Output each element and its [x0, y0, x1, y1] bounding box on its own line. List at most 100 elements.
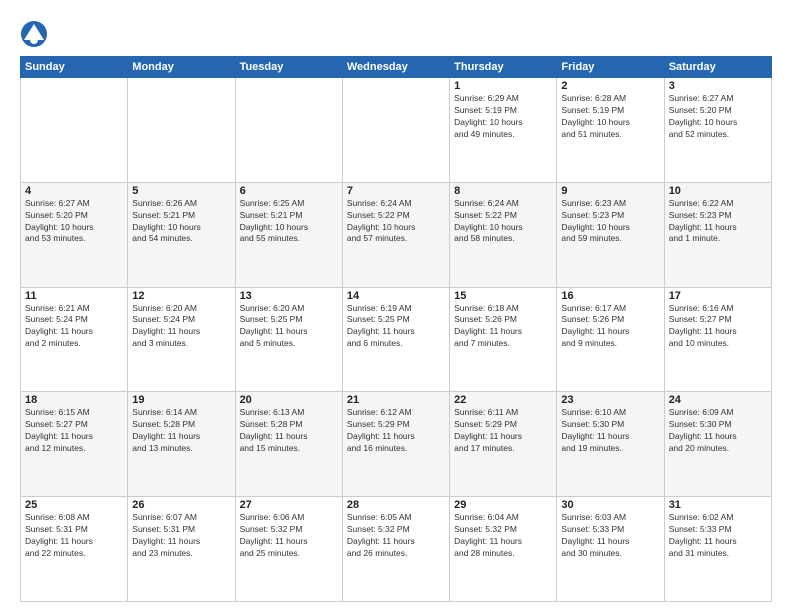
day-number: 10: [669, 185, 767, 197]
calendar-cell: 18Sunrise: 6:15 AMSunset: 5:27 PMDayligh…: [21, 392, 128, 497]
day-number: 2: [561, 80, 659, 92]
calendar-week-5: 25Sunrise: 6:08 AMSunset: 5:31 PMDayligh…: [21, 497, 772, 602]
day-info: Sunrise: 6:08 AMSunset: 5:31 PMDaylight:…: [25, 512, 123, 560]
calendar-cell: 19Sunrise: 6:14 AMSunset: 5:28 PMDayligh…: [128, 392, 235, 497]
day-info: Sunrise: 6:18 AMSunset: 5:26 PMDaylight:…: [454, 303, 552, 351]
calendar-week-1: 1Sunrise: 6:29 AMSunset: 5:19 PMDaylight…: [21, 78, 772, 183]
calendar-cell: 26Sunrise: 6:07 AMSunset: 5:31 PMDayligh…: [128, 497, 235, 602]
calendar-cell: 12Sunrise: 6:20 AMSunset: 5:24 PMDayligh…: [128, 287, 235, 392]
calendar-week-4: 18Sunrise: 6:15 AMSunset: 5:27 PMDayligh…: [21, 392, 772, 497]
calendar-cell: 25Sunrise: 6:08 AMSunset: 5:31 PMDayligh…: [21, 497, 128, 602]
calendar-table: SundayMondayTuesdayWednesdayThursdayFrid…: [20, 56, 772, 602]
day-number: 15: [454, 290, 552, 302]
calendar-cell: 14Sunrise: 6:19 AMSunset: 5:25 PMDayligh…: [342, 287, 449, 392]
day-info: Sunrise: 6:06 AMSunset: 5:32 PMDaylight:…: [240, 512, 338, 560]
day-number: 12: [132, 290, 230, 302]
logo-icon: [20, 20, 48, 48]
day-number: 8: [454, 185, 552, 197]
day-number: 18: [25, 394, 123, 406]
day-number: 21: [347, 394, 445, 406]
weekday-header-friday: Friday: [557, 57, 664, 78]
calendar-cell: [128, 78, 235, 183]
weekday-header-thursday: Thursday: [450, 57, 557, 78]
weekday-header-wednesday: Wednesday: [342, 57, 449, 78]
calendar-cell: 3Sunrise: 6:27 AMSunset: 5:20 PMDaylight…: [664, 78, 771, 183]
day-number: 9: [561, 185, 659, 197]
header: [20, 16, 772, 48]
calendar-cell: [235, 78, 342, 183]
day-number: 14: [347, 290, 445, 302]
calendar-cell: 5Sunrise: 6:26 AMSunset: 5:21 PMDaylight…: [128, 182, 235, 287]
day-number: 30: [561, 499, 659, 511]
day-number: 23: [561, 394, 659, 406]
day-info: Sunrise: 6:07 AMSunset: 5:31 PMDaylight:…: [132, 512, 230, 560]
day-info: Sunrise: 6:26 AMSunset: 5:21 PMDaylight:…: [132, 198, 230, 246]
day-number: 4: [25, 185, 123, 197]
day-info: Sunrise: 6:05 AMSunset: 5:32 PMDaylight:…: [347, 512, 445, 560]
calendar-cell: 29Sunrise: 6:04 AMSunset: 5:32 PMDayligh…: [450, 497, 557, 602]
day-info: Sunrise: 6:27 AMSunset: 5:20 PMDaylight:…: [669, 93, 767, 141]
calendar-cell: 13Sunrise: 6:20 AMSunset: 5:25 PMDayligh…: [235, 287, 342, 392]
day-info: Sunrise: 6:14 AMSunset: 5:28 PMDaylight:…: [132, 407, 230, 455]
calendar-cell: 10Sunrise: 6:22 AMSunset: 5:23 PMDayligh…: [664, 182, 771, 287]
calendar-cell: 4Sunrise: 6:27 AMSunset: 5:20 PMDaylight…: [21, 182, 128, 287]
day-info: Sunrise: 6:23 AMSunset: 5:23 PMDaylight:…: [561, 198, 659, 246]
page: SundayMondayTuesdayWednesdayThursdayFrid…: [0, 0, 792, 612]
day-number: 17: [669, 290, 767, 302]
calendar-cell: 7Sunrise: 6:24 AMSunset: 5:22 PMDaylight…: [342, 182, 449, 287]
day-info: Sunrise: 6:24 AMSunset: 5:22 PMDaylight:…: [454, 198, 552, 246]
calendar-cell: 31Sunrise: 6:02 AMSunset: 5:33 PMDayligh…: [664, 497, 771, 602]
day-number: 25: [25, 499, 123, 511]
calendar-cell: [342, 78, 449, 183]
calendar-cell: 27Sunrise: 6:06 AMSunset: 5:32 PMDayligh…: [235, 497, 342, 602]
day-info: Sunrise: 6:12 AMSunset: 5:29 PMDaylight:…: [347, 407, 445, 455]
day-info: Sunrise: 6:27 AMSunset: 5:20 PMDaylight:…: [25, 198, 123, 246]
day-info: Sunrise: 6:16 AMSunset: 5:27 PMDaylight:…: [669, 303, 767, 351]
calendar-cell: 24Sunrise: 6:09 AMSunset: 5:30 PMDayligh…: [664, 392, 771, 497]
calendar-cell: 23Sunrise: 6:10 AMSunset: 5:30 PMDayligh…: [557, 392, 664, 497]
day-number: 28: [347, 499, 445, 511]
weekday-header-monday: Monday: [128, 57, 235, 78]
day-info: Sunrise: 6:03 AMSunset: 5:33 PMDaylight:…: [561, 512, 659, 560]
calendar-cell: 2Sunrise: 6:28 AMSunset: 5:19 PMDaylight…: [557, 78, 664, 183]
day-number: 27: [240, 499, 338, 511]
day-number: 3: [669, 80, 767, 92]
weekday-header-saturday: Saturday: [664, 57, 771, 78]
day-info: Sunrise: 6:10 AMSunset: 5:30 PMDaylight:…: [561, 407, 659, 455]
day-info: Sunrise: 6:22 AMSunset: 5:23 PMDaylight:…: [669, 198, 767, 246]
day-number: 19: [132, 394, 230, 406]
calendar-cell: 6Sunrise: 6:25 AMSunset: 5:21 PMDaylight…: [235, 182, 342, 287]
day-info: Sunrise: 6:13 AMSunset: 5:28 PMDaylight:…: [240, 407, 338, 455]
day-info: Sunrise: 6:20 AMSunset: 5:25 PMDaylight:…: [240, 303, 338, 351]
day-number: 24: [669, 394, 767, 406]
day-number: 6: [240, 185, 338, 197]
weekday-header-sunday: Sunday: [21, 57, 128, 78]
day-info: Sunrise: 6:28 AMSunset: 5:19 PMDaylight:…: [561, 93, 659, 141]
day-number: 13: [240, 290, 338, 302]
day-info: Sunrise: 6:25 AMSunset: 5:21 PMDaylight:…: [240, 198, 338, 246]
day-info: Sunrise: 6:04 AMSunset: 5:32 PMDaylight:…: [454, 512, 552, 560]
day-number: 31: [669, 499, 767, 511]
calendar-body: 1Sunrise: 6:29 AMSunset: 5:19 PMDaylight…: [21, 78, 772, 602]
calendar-cell: 1Sunrise: 6:29 AMSunset: 5:19 PMDaylight…: [450, 78, 557, 183]
calendar-cell: 15Sunrise: 6:18 AMSunset: 5:26 PMDayligh…: [450, 287, 557, 392]
calendar-cell: 8Sunrise: 6:24 AMSunset: 5:22 PMDaylight…: [450, 182, 557, 287]
day-info: Sunrise: 6:17 AMSunset: 5:26 PMDaylight:…: [561, 303, 659, 351]
day-info: Sunrise: 6:09 AMSunset: 5:30 PMDaylight:…: [669, 407, 767, 455]
calendar-cell: 16Sunrise: 6:17 AMSunset: 5:26 PMDayligh…: [557, 287, 664, 392]
calendar-cell: 20Sunrise: 6:13 AMSunset: 5:28 PMDayligh…: [235, 392, 342, 497]
calendar-header: SundayMondayTuesdayWednesdayThursdayFrid…: [21, 57, 772, 78]
day-number: 26: [132, 499, 230, 511]
day-number: 1: [454, 80, 552, 92]
weekday-header-row: SundayMondayTuesdayWednesdayThursdayFrid…: [21, 57, 772, 78]
day-info: Sunrise: 6:02 AMSunset: 5:33 PMDaylight:…: [669, 512, 767, 560]
day-number: 11: [25, 290, 123, 302]
day-number: 16: [561, 290, 659, 302]
calendar-cell: 30Sunrise: 6:03 AMSunset: 5:33 PMDayligh…: [557, 497, 664, 602]
day-info: Sunrise: 6:29 AMSunset: 5:19 PMDaylight:…: [454, 93, 552, 141]
logo: [20, 20, 48, 48]
calendar-cell: 9Sunrise: 6:23 AMSunset: 5:23 PMDaylight…: [557, 182, 664, 287]
day-info: Sunrise: 6:20 AMSunset: 5:24 PMDaylight:…: [132, 303, 230, 351]
calendar-cell: 28Sunrise: 6:05 AMSunset: 5:32 PMDayligh…: [342, 497, 449, 602]
calendar-week-2: 4Sunrise: 6:27 AMSunset: 5:20 PMDaylight…: [21, 182, 772, 287]
